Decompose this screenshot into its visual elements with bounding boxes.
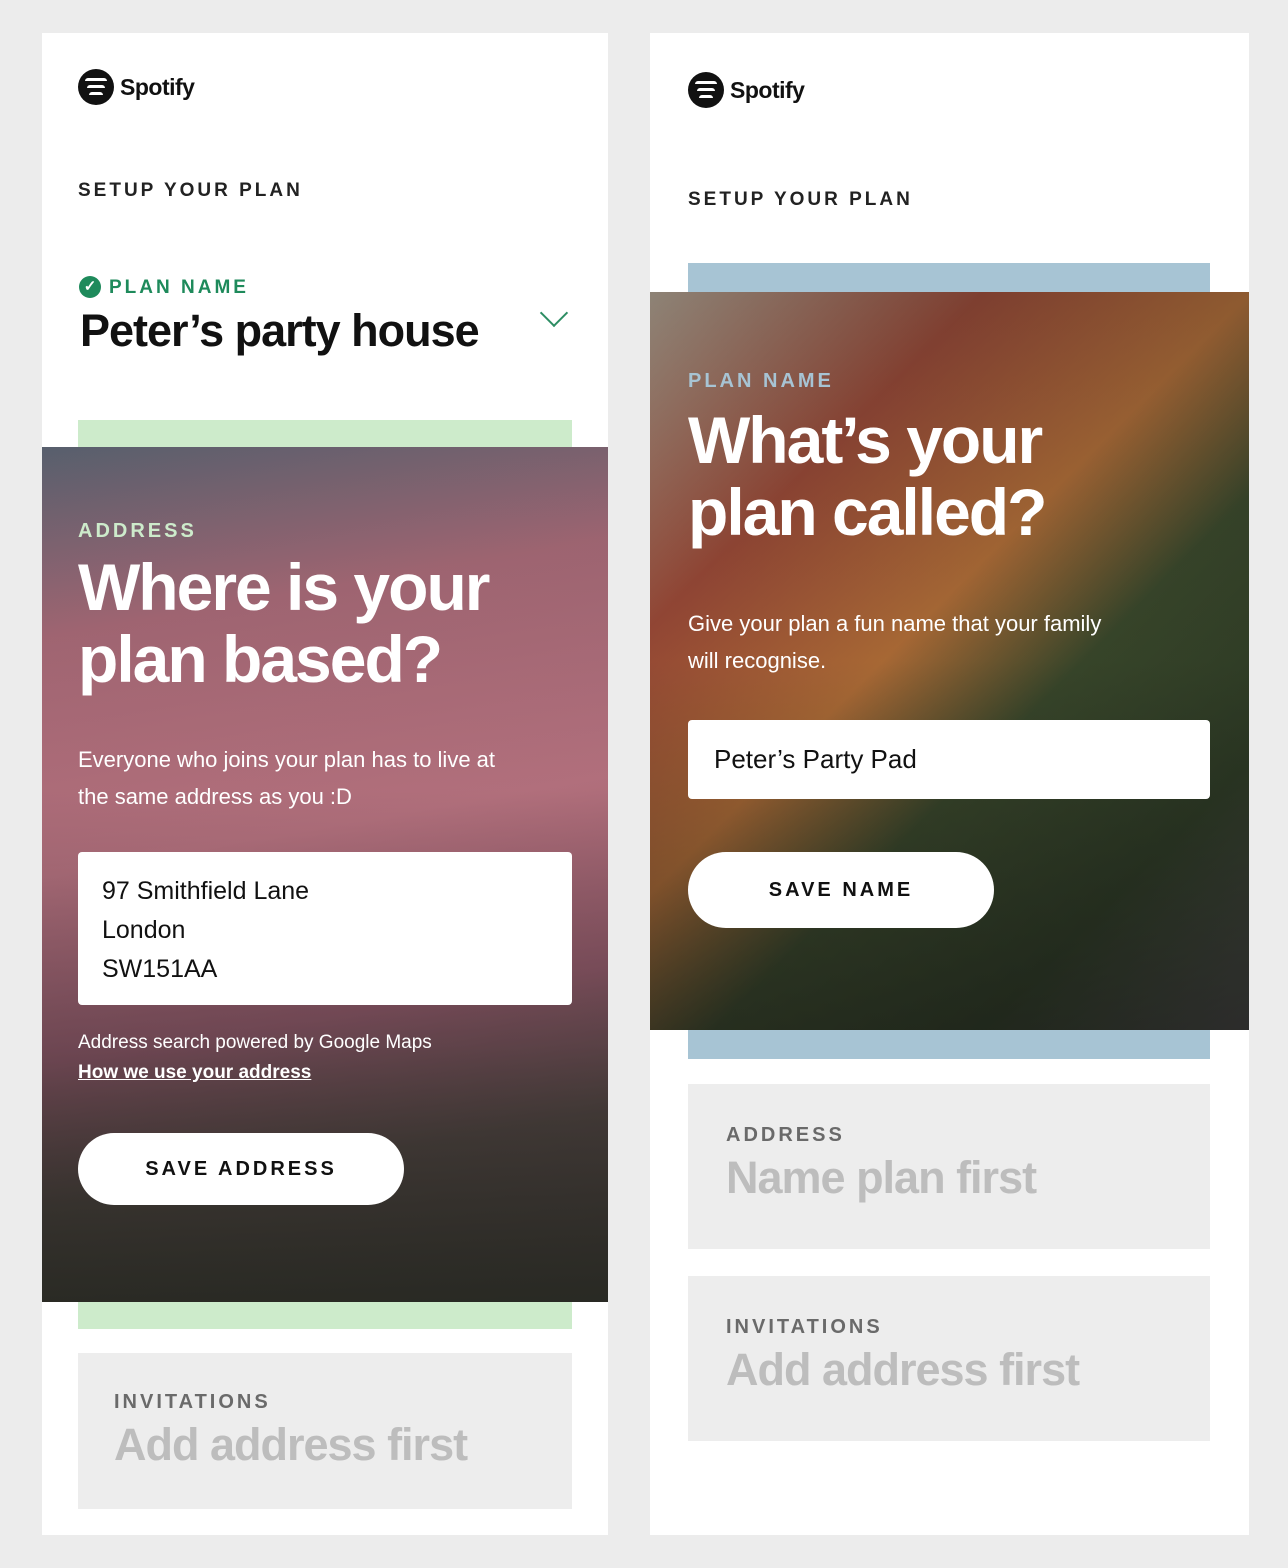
spotify-logo: Spotify — [78, 69, 195, 105]
plan-name-step-card: PLAN NAME What’s your plan called? Give … — [650, 292, 1249, 1030]
plan-name-value: Peter’s party house — [80, 305, 480, 356]
invitations-step-locked: INVITATIONS Add address first — [78, 1353, 572, 1509]
plan-title-line-1: What’s your — [688, 403, 1043, 477]
invitations-step-locked: INVITATIONS Add address first — [688, 1276, 1210, 1441]
address-desc-line-1: Everyone who joins your plan has to live… — [78, 747, 496, 772]
address-line-2: London — [102, 916, 186, 944]
address-desc-line-2: the same address as you :D — [78, 784, 352, 809]
address-locked-message: Name plan first — [726, 1152, 1037, 1203]
address-step-label: ADDRESS — [78, 520, 197, 542]
address-line-1: 97 Smithfield Lane — [102, 877, 310, 905]
spotify-logo: Spotify — [688, 72, 805, 108]
invitations-locked-message: Add address first — [726, 1344, 1080, 1395]
plan-desc-line-2: will recognise. — [688, 648, 827, 673]
plan-title-line-2: plan called? — [688, 475, 1047, 549]
spotify-wordmark: Spotify — [120, 73, 195, 100]
address-label: ADDRESS — [726, 1124, 845, 1146]
plan-name-step-label: PLAN NAME — [688, 370, 834, 392]
plan-name-step-title: What’s your plan called? — [688, 403, 1047, 549]
google-maps-attribution: Address search powered by Google Maps — [78, 1032, 432, 1053]
setup-plan-heading: SETUP YOUR PLAN — [688, 189, 913, 210]
spotify-icon — [78, 69, 114, 105]
spotify-wordmark: Spotify — [730, 76, 805, 103]
chevron-down-icon[interactable] — [539, 298, 569, 328]
save-address-button[interactable]: SAVE ADDRESS — [78, 1133, 404, 1205]
save-name-button[interactable]: SAVE NAME — [688, 852, 994, 928]
plan-name-accent-bottom — [688, 1029, 1210, 1059]
address-step-card: ADDRESS Where is your plan based? Everyo… — [42, 447, 608, 1302]
address-privacy-link[interactable]: How we use your address — [78, 1062, 311, 1084]
address-accent-bottom — [78, 1301, 572, 1329]
invitations-locked-message: Add address first — [114, 1419, 468, 1470]
plan-name-step-description: Give your plan a fun name that your fami… — [688, 605, 1101, 679]
address-step-description: Everyone who joins your plan has to live… — [78, 741, 495, 815]
plan-desc-line-1: Give your plan a fun name that your fami… — [688, 611, 1102, 636]
spotify-icon — [688, 72, 724, 108]
invitations-label: INVITATIONS — [114, 1391, 271, 1413]
invitations-label: INVITATIONS — [726, 1316, 883, 1338]
address-accent-top — [78, 420, 572, 448]
address-input[interactable]: 97 Smithfield Lane London SW151AA — [78, 852, 572, 1005]
address-title-line-1: Where is your — [78, 550, 490, 624]
address-step-locked: ADDRESS Name plan first — [688, 1084, 1210, 1249]
check-circle-icon: ✓ — [79, 276, 101, 298]
plan-name-input[interactable] — [688, 720, 1210, 799]
address-step-title: Where is your plan based? — [78, 550, 490, 696]
address-title-line-2: plan based? — [78, 622, 443, 696]
address-line-3: SW151AA — [102, 955, 218, 983]
plan-name-accent-top — [688, 263, 1210, 293]
plan-name-label: PLAN NAME — [109, 277, 249, 298]
setup-plan-heading: SETUP YOUR PLAN — [78, 180, 303, 201]
